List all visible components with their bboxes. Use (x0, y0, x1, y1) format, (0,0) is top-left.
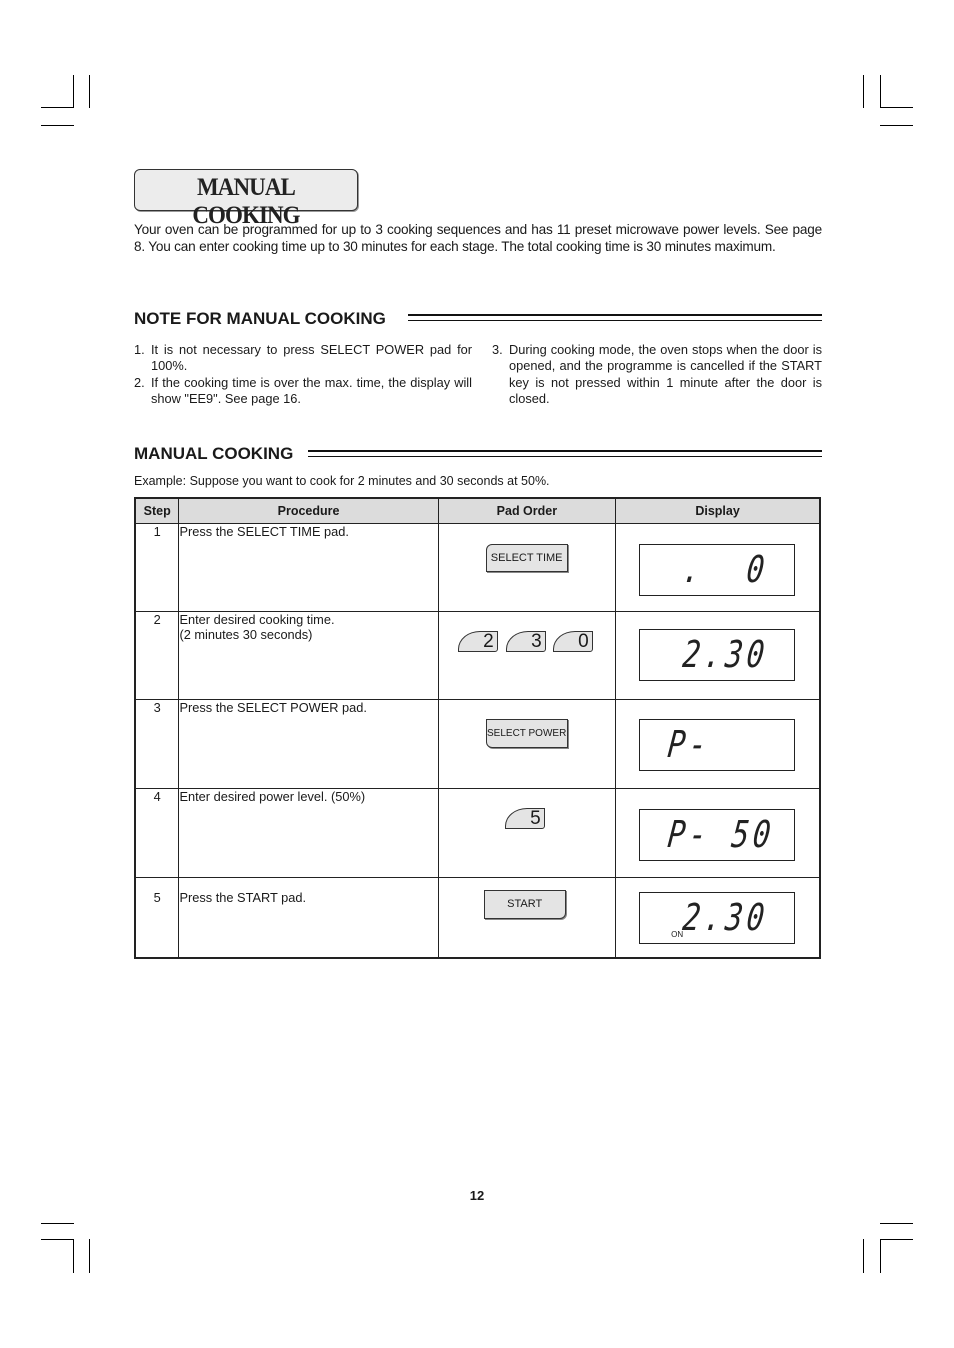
pad-order-cell: SELECT POWER (437, 699, 617, 789)
table-row: 2 Enter desired cooking time. (2 minutes… (134, 611, 821, 700)
table-header-row: Step Procedure Pad Order Display (134, 497, 821, 524)
table-row: 5 Press the START pad. START ON 2.30 (134, 877, 821, 958)
lcd-readout: 2.30 (680, 896, 771, 939)
col-header-pad-order: Pad Order (437, 497, 617, 524)
col-header-display: Display (615, 497, 821, 524)
select-time-pad[interactable]: SELECT TIME (485, 544, 568, 572)
page-title-box: MANUAL COOKING (134, 169, 358, 229)
intro-paragraph: Your oven can be programmed for up to 3 … (134, 222, 822, 254)
note-item: 1. It is not necessary to press SELECT P… (134, 342, 472, 374)
pad-order-cell: START (437, 877, 617, 958)
notes-heading: NOTE FOR MANUAL COOKING (134, 309, 386, 328)
pad-order-cell: 5 (437, 788, 617, 878)
display-cell: P- 50 (615, 788, 821, 878)
number-pad-5[interactable]: 5 (504, 808, 545, 829)
procedure-text: Press the SELECT TIME pad. (178, 523, 439, 612)
heading-rule (408, 314, 822, 316)
note-item: 3. During cooking mode, the oven stops w… (492, 342, 822, 406)
col-header-step: Step (134, 497, 180, 524)
number-pad-0[interactable]: 0 (552, 631, 593, 652)
step-number: 3 (134, 699, 180, 789)
display-cell: . 0 (615, 523, 821, 612)
table-row: 3 Press the SELECT POWER pad. SELECT POW… (134, 699, 821, 789)
col-header-procedure: Procedure (178, 497, 439, 524)
start-pad[interactable]: START (483, 890, 566, 919)
number-pad-2[interactable]: 2 (457, 631, 498, 652)
number-pad-3[interactable]: 3 (505, 631, 546, 652)
procedure-text: Enter desired cooking time. (2 minutes 3… (178, 611, 439, 700)
heading-rule (308, 450, 822, 452)
display-cell: ON 2.30 (615, 877, 821, 958)
table-row: 4 Enter desired power level. (50%) 5 P- … (134, 788, 821, 878)
lcd-readout: P- (665, 723, 713, 766)
procedure-text: Press the SELECT POWER pad. (178, 699, 439, 789)
step-number: 1 (134, 523, 180, 612)
lcd-display: 2.30 (639, 629, 796, 681)
lcd-display: P- (639, 719, 796, 771)
procedure-text: Enter desired power level. (50%) (178, 788, 439, 878)
select-power-pad[interactable]: SELECT POWER (485, 719, 568, 748)
manual-cooking-heading: MANUAL COOKING (134, 444, 294, 463)
table-row: 1 Press the SELECT TIME pad. SELECT TIME… (134, 523, 821, 612)
steps-table: Step Procedure Pad Order Display 1 Press… (134, 497, 821, 959)
example-text: Example: Suppose you want to cook for 2 … (134, 474, 550, 488)
display-cell: 2.30 (615, 611, 821, 700)
lcd-display: P- 50 (639, 809, 796, 861)
lcd-display: ON 2.30 (639, 892, 796, 944)
page-number: 12 (469, 1188, 485, 1203)
lcd-readout: . 0 (680, 548, 771, 591)
heading-rule-thin (408, 320, 822, 321)
step-number: 4 (134, 788, 180, 878)
pad-order-cell: 2 3 0 (437, 611, 617, 700)
step-number: 5 (134, 877, 180, 958)
lcd-readout: P- 50 (665, 813, 777, 856)
display-cell: P- (615, 699, 821, 789)
pad-order-cell: SELECT TIME (437, 523, 617, 612)
lcd-readout: 2.30 (680, 633, 771, 676)
heading-rule-thin (308, 456, 822, 457)
step-number: 2 (134, 611, 180, 700)
note-item: 2. If the cooking time is over the max. … (134, 375, 472, 407)
procedure-text: Press the START pad. (178, 877, 439, 958)
lcd-display: . 0 (639, 544, 796, 596)
